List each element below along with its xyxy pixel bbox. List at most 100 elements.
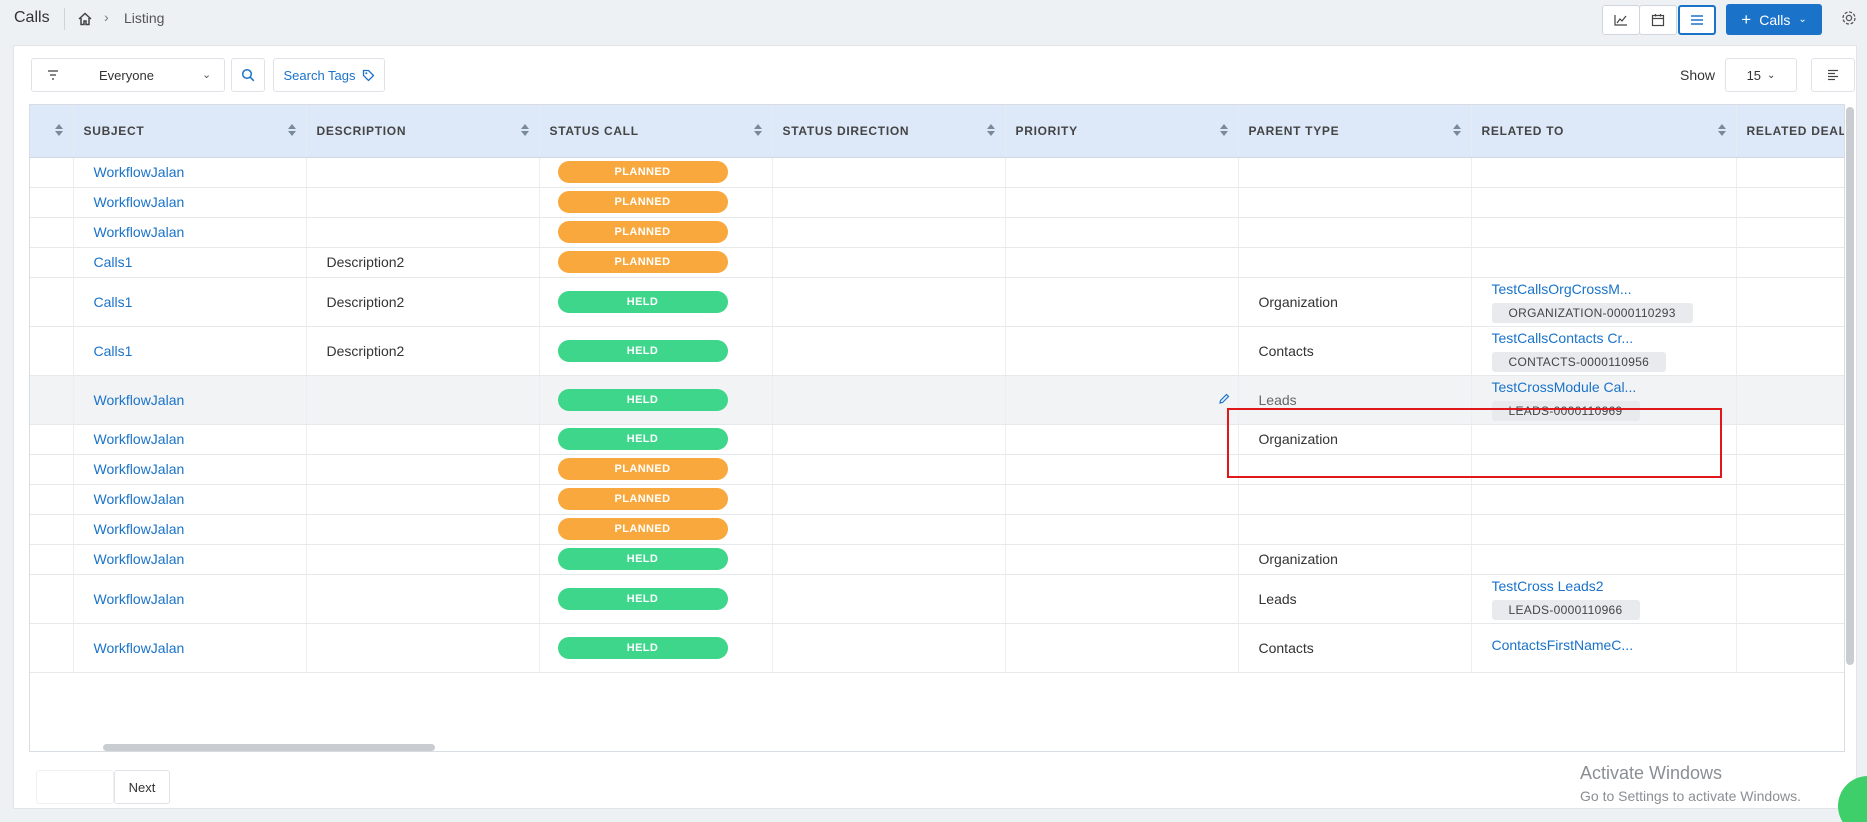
row-select-cell[interactable]	[30, 247, 74, 278]
priority-cell	[1005, 574, 1239, 624]
subject-link[interactable]: Calls1	[94, 294, 133, 310]
horizontal-scrollbar[interactable]	[103, 744, 435, 751]
subject-link[interactable]: WorkflowJalan	[94, 224, 185, 240]
vertical-scrollbar[interactable]	[1846, 107, 1854, 665]
related-deal-cell	[1736, 514, 1844, 545]
row-select-cell[interactable]	[30, 375, 74, 425]
table-row[interactable]: Calls1 Description2 HELD Organization TestCa…	[30, 277, 1844, 327]
parent-type-cell	[1238, 247, 1472, 278]
subject-link[interactable]: Calls1	[94, 343, 133, 359]
list-view-button[interactable]	[1678, 5, 1716, 35]
subject-link[interactable]: Calls1	[94, 254, 133, 270]
subject-link[interactable]: WorkflowJalan	[94, 461, 185, 477]
related-to-link[interactable]: ContactsFirstNameC...	[1492, 637, 1736, 653]
row-select-cell[interactable]	[30, 277, 74, 327]
columns-toggle-button[interactable]	[1811, 58, 1855, 92]
row-select-cell[interactable]	[30, 424, 74, 455]
pencil-icon[interactable]	[1218, 393, 1230, 405]
subject-link[interactable]: WorkflowJalan	[94, 640, 185, 656]
subject-link[interactable]: WorkflowJalan	[94, 521, 185, 537]
search-tags-button[interactable]: Search Tags	[273, 58, 385, 92]
table-row[interactable]: WorkflowJalan PLANNED	[30, 217, 1844, 248]
table-row[interactable]: Calls1 Description2 PLANNED	[30, 247, 1844, 278]
priority-cell	[1005, 424, 1239, 455]
status-badge: PLANNED	[557, 191, 728, 213]
chart-view-button[interactable]	[1602, 5, 1640, 35]
subject-link[interactable]: WorkflowJalan	[94, 164, 185, 180]
related-to-link[interactable]: TestCrossModule Cal...	[1492, 379, 1736, 395]
row-select-cell[interactable]	[30, 454, 74, 485]
search-button[interactable]	[231, 58, 265, 92]
table-row[interactable]: WorkflowJalan HELD Leads TestCross Leads2 LE…	[30, 574, 1844, 624]
related-to-link[interactable]: TestCallsContacts Cr...	[1492, 330, 1736, 346]
description-text: Description2	[326, 254, 405, 270]
status-direction-cell	[772, 484, 1006, 515]
add-call-button[interactable]: + Calls ⌄	[1726, 4, 1822, 35]
table-row[interactable]: WorkflowJalan PLANNED	[30, 484, 1844, 515]
related-to-cell	[1471, 217, 1737, 248]
row-select-cell[interactable]	[30, 187, 74, 218]
row-select-cell[interactable]	[30, 326, 74, 376]
row-select-cell[interactable]	[30, 544, 74, 575]
page-size-select[interactable]: 15 ⌄	[1725, 58, 1797, 92]
status-badge: HELD	[557, 428, 728, 450]
column-header-priority[interactable]: PRIORITY	[1005, 105, 1239, 158]
parent-type-cell	[1238, 514, 1472, 545]
next-button[interactable]: Next	[114, 770, 170, 804]
sort-icon	[520, 124, 529, 136]
related-to-link[interactable]: TestCross Leads2	[1492, 578, 1736, 594]
row-select-cell[interactable]	[30, 623, 74, 673]
parent-type-text: Leads	[1258, 391, 1297, 408]
search-icon	[241, 68, 255, 82]
row-select-cell[interactable]	[30, 157, 74, 188]
subject-cell: WorkflowJalan	[73, 424, 307, 455]
subject-cell: WorkflowJalan	[73, 514, 307, 545]
status-direction-cell	[772, 623, 1006, 673]
row-select-cell[interactable]	[30, 217, 74, 248]
table-row[interactable]: WorkflowJalan HELD Contacts ContactsFirstNa…	[30, 623, 1844, 673]
subject-link[interactable]: WorkflowJalan	[94, 194, 185, 210]
related-deal-cell	[1736, 217, 1844, 248]
column-header-related-to[interactable]: RELATED TO	[1471, 105, 1737, 158]
priority-cell	[1005, 277, 1239, 327]
calendar-icon	[1651, 14, 1665, 27]
column-header-description[interactable]: DESCRIPTION	[306, 105, 540, 158]
status-call-cell: HELD	[539, 623, 773, 673]
select-column-header[interactable]	[30, 105, 74, 158]
subject-link[interactable]: WorkflowJalan	[94, 392, 185, 408]
subject-link[interactable]: WorkflowJalan	[94, 591, 185, 607]
gear-icon[interactable]	[1840, 9, 1858, 27]
parent-type-text: Contacts	[1258, 639, 1314, 656]
home-icon[interactable]	[77, 11, 93, 27]
column-header-related-deal[interactable]: RELATED DEAL	[1736, 105, 1844, 158]
table-row[interactable]: WorkflowJalan PLANNED	[30, 187, 1844, 218]
related-to-link[interactable]: TestCallsOrgCrossM...	[1492, 281, 1736, 297]
row-select-cell[interactable]	[30, 514, 74, 545]
top-bar: Calls › Listing + Calls ⌄	[0, 0, 1867, 42]
search-tags-label: Search Tags	[283, 67, 356, 83]
table-row[interactable]: WorkflowJalan PLANNED	[30, 157, 1844, 188]
column-header-status-direction[interactable]: STATUS DIRECTION	[772, 105, 1006, 158]
subject-link[interactable]: WorkflowJalan	[94, 431, 185, 447]
owner-filter-select[interactable]: Everyone ⌄	[31, 58, 225, 92]
subject-link[interactable]: WorkflowJalan	[94, 491, 185, 507]
related-deal-cell	[1736, 454, 1844, 485]
calendar-view-button[interactable]	[1639, 5, 1677, 35]
previous-button[interactable]	[36, 770, 114, 804]
status-badge: HELD	[557, 636, 728, 659]
row-select-cell[interactable]	[30, 574, 74, 624]
description-cell	[306, 217, 540, 248]
status-call-cell: HELD	[539, 544, 773, 575]
column-header-parent-type[interactable]: PARENT TYPE	[1238, 105, 1472, 158]
table-row[interactable]: Calls1 Description2 HELD Contacts TestCallsC…	[30, 326, 1844, 376]
related-id-tag: CONTACTS-0000110956	[1491, 351, 1667, 372]
subject-link[interactable]: WorkflowJalan	[94, 551, 185, 567]
table-row[interactable]: WorkflowJalan PLANNED	[30, 514, 1844, 545]
column-header-subject[interactable]: SUBJECT	[73, 105, 307, 158]
status-call-cell: PLANNED	[539, 187, 773, 218]
description-cell	[306, 574, 540, 624]
parent-type-text: Organization	[1258, 293, 1338, 310]
row-select-cell[interactable]	[30, 484, 74, 515]
column-header-status-call[interactable]: STATUS CALL	[539, 105, 773, 158]
table-row[interactable]: WorkflowJalan HELD Organization	[30, 544, 1844, 575]
